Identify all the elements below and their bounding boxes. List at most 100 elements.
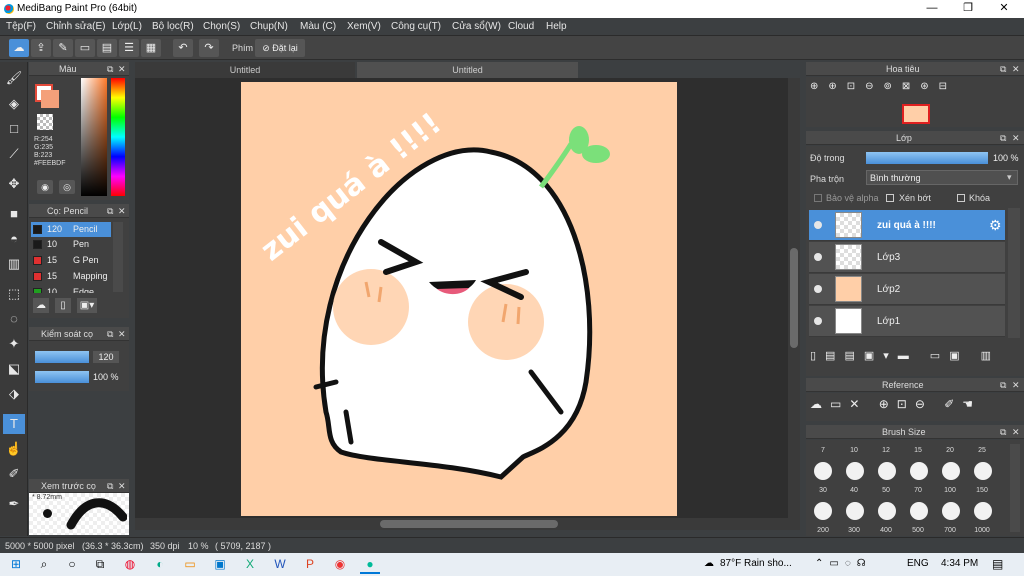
close-panel-icon[interactable]: ✕ [118, 204, 126, 218]
navigator-controls[interactable]: ⊕⊕⊡⊖⊚⊠⊛⊟ [810, 81, 1010, 99]
magic-wand-icon[interactable]: ✦ [3, 334, 25, 354]
brush-item[interactable]: 10 Edge Pen [31, 285, 111, 293]
brush-size-value[interactable]: 120 [93, 351, 119, 363]
select-eraser-icon[interactable]: ⬗ [3, 384, 25, 404]
size-label[interactable]: 70 [903, 487, 933, 494]
size-dot[interactable] [846, 462, 864, 480]
brush-item[interactable]: 15 G Pen [31, 253, 111, 268]
layer-row[interactable]: Lớp1 [809, 306, 1005, 337]
size-label[interactable]: 20 [935, 447, 965, 454]
visibility-icon[interactable] [814, 253, 822, 261]
size-dot[interactable] [878, 502, 896, 520]
secondary-color-swatch[interactable] [41, 90, 59, 108]
brush-size-scrollbar[interactable] [1010, 444, 1020, 532]
windows-start-icon[interactable]: ⊞ [6, 555, 26, 574]
close-panel-icon[interactable]: ✕ [118, 479, 126, 493]
weather-text[interactable]: 87°F Rain sho... [720, 558, 792, 569]
brush-item[interactable]: 120 Pencil [31, 222, 111, 237]
notification-icon[interactable]: ▤ [992, 557, 1003, 571]
undock-icon[interactable]: ⧉ [1000, 378, 1006, 392]
menu-cloud[interactable]: Cloud [508, 21, 534, 32]
lock-checkbox[interactable] [957, 194, 965, 202]
size-dot[interactable] [942, 502, 960, 520]
maximize-button[interactable]: ❐ [950, 0, 986, 18]
rect-tool-icon[interactable]: □ [3, 119, 25, 139]
brush-size-slider[interactable] [35, 351, 89, 363]
size-label[interactable]: 150 [967, 487, 997, 494]
pen-tool-icon[interactable]: ✒ [3, 494, 25, 514]
navigator-thumbnail[interactable] [902, 104, 930, 124]
palette-icon-2[interactable]: ◎ [59, 180, 75, 194]
tray-icons[interactable]: ⌃▭◌☊ [815, 558, 872, 569]
new-brush-icon[interactable]: ▯ [55, 298, 71, 313]
layer-row[interactable]: Lớp2 [809, 274, 1005, 305]
size-dot[interactable] [814, 502, 832, 520]
clock[interactable]: 4:34 PM [941, 558, 978, 569]
size-label[interactable]: 50 [871, 487, 901, 494]
clipping-checkbox[interactable] [886, 194, 894, 202]
size-label[interactable]: 200 [808, 527, 838, 534]
move-tool-icon[interactable]: ✥ [3, 174, 25, 194]
task-view-icon[interactable]: ⧉ [90, 555, 110, 574]
size-label[interactable]: 25 [967, 447, 997, 454]
bucket-tool-icon[interactable]: ◓ [3, 229, 25, 249]
close-panel-icon[interactable]: ✕ [1012, 131, 1020, 145]
menu-window[interactable]: Cửa sổ(W) [452, 21, 501, 32]
undock-icon[interactable]: ⧉ [1000, 131, 1006, 145]
artwork-canvas[interactable]: zui quá à !!!! [241, 82, 677, 516]
menu-view[interactable]: Xem(V) [347, 21, 381, 32]
cortana-icon[interactable]: ○ [62, 555, 82, 574]
grid-icon[interactable]: ▦ [141, 39, 161, 57]
close-button[interactable]: ✕ [986, 0, 1022, 18]
undock-icon[interactable]: ⧉ [1000, 425, 1006, 439]
chat-icon[interactable]: ▭ [75, 39, 95, 57]
size-label[interactable]: 1000 [967, 527, 997, 534]
size-label[interactable]: 400 [871, 527, 901, 534]
protect-alpha-checkbox[interactable] [814, 194, 822, 202]
size-dot[interactable] [878, 462, 896, 480]
minimize-button[interactable]: — [914, 0, 950, 18]
layer-actions[interactable]: ▯▤▤▣▾▬ ▭▣ ▥ [810, 349, 1020, 369]
layer-row[interactable]: Lớp3 [809, 242, 1005, 273]
close-panel-icon[interactable]: ✕ [1012, 425, 1020, 439]
chrome-icon[interactable]: ◉ [330, 555, 350, 574]
undock-icon[interactable]: ⧉ [107, 327, 113, 341]
gear-icon[interactable]: ⚙ [989, 217, 1002, 234]
size-label[interactable]: 10 [839, 447, 869, 454]
medibang-icon[interactable]: ● [360, 555, 380, 574]
visibility-icon[interactable] [814, 317, 822, 325]
size-dot[interactable] [814, 462, 832, 480]
menu-filter[interactable]: Bộ lọc(R) [152, 21, 194, 32]
size-dot[interactable] [846, 502, 864, 520]
reference-controls[interactable]: ☁▭✕ ⊕⊡⊖ ✐☚ [810, 397, 1000, 417]
redo-button[interactable]: ↷ [199, 39, 219, 57]
reset-button[interactable]: ⊘ Đặt lại [255, 39, 305, 57]
select-tool-icon[interactable]: ⬚ [3, 284, 25, 304]
fill-rect-tool-icon[interactable]: ■ [3, 204, 25, 224]
lasso-tool-icon[interactable]: ◌ [3, 309, 25, 329]
layer-scrollbar[interactable] [1008, 208, 1020, 338]
canvas-vscroll[interactable] [788, 78, 800, 518]
size-label[interactable]: 15 [903, 447, 933, 454]
size-label[interactable]: 700 [935, 527, 965, 534]
menu-color[interactable]: Màu (C) [300, 21, 336, 32]
excel-icon[interactable]: X [240, 555, 260, 574]
edge-icon[interactable]: ◐ [150, 555, 170, 574]
close-panel-icon[interactable]: ✕ [1012, 62, 1020, 76]
menu-capture[interactable]: Chụp(N) [250, 21, 288, 32]
canvas-hscroll[interactable] [135, 518, 800, 530]
eyedropper-icon[interactable]: ✐ [3, 464, 25, 484]
canvas-tab-1[interactable]: Untitled [135, 62, 355, 78]
size-dot[interactable] [910, 502, 928, 520]
size-label[interactable]: 30 [808, 487, 838, 494]
powerpoint-icon[interactable]: P [300, 555, 320, 574]
app-icon[interactable]: ◍ [120, 555, 140, 574]
explorer-icon[interactable]: ▭ [180, 555, 200, 574]
brush-list-scrollbar[interactable] [113, 222, 123, 292]
vscroll-thumb[interactable] [790, 248, 798, 348]
brush-tool-icon[interactable]: 🖌 [3, 68, 25, 88]
document-icon[interactable]: ▤ [97, 39, 117, 57]
menu-edit[interactable]: Chỉnh sửa(E) [46, 21, 106, 32]
word-icon[interactable]: W [270, 555, 290, 574]
menu-tools[interactable]: Công cụ(T) [391, 21, 441, 32]
